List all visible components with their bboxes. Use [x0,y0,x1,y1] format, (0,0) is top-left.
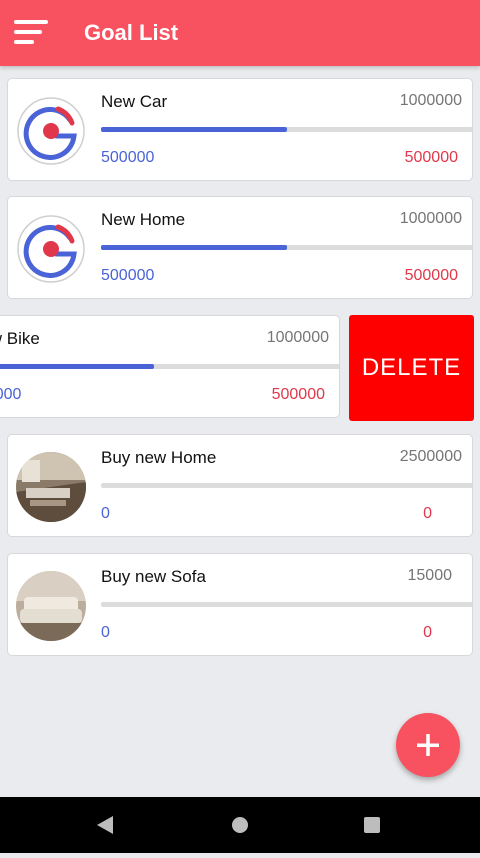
room-photo-icon [16,452,86,522]
goal-progress-bar [101,483,473,488]
goal-list[interactable]: New Car 1000000 500000 500000 New Home 1… [0,66,480,797]
menu-icon[interactable] [14,18,50,48]
goal-logo-icon [16,96,86,166]
goal-remaining-amount: 0 [423,624,432,641]
goal-target: 15000 [407,567,453,584]
goal-progress-bar [101,245,473,250]
goal-target: 1000000 [399,210,462,227]
goal-progress-bar [101,602,473,607]
goal-card[interactable]: Buy new Sofa 15000 0 0 [7,553,473,656]
goal-target: 2500000 [399,448,462,465]
goal-progress-fill [101,127,287,132]
goal-card[interactable]: New Home 1000000 500000 500000 [7,196,473,299]
goal-target: 1000000 [266,329,329,346]
delete-button[interactable]: DELETE [349,315,474,421]
home-circle-icon[interactable] [232,817,248,833]
goal-name: New Home [101,210,186,229]
goal-progress-fill [0,364,154,369]
back-triangle-icon[interactable] [97,816,113,834]
goal-name: Buy new Sofa [101,567,206,586]
goal-name: Buy new Home [101,448,217,467]
goal-card[interactable]: New Car 1000000 500000 500000 [7,78,473,181]
system-nav-bar [0,797,480,853]
sofa-photo-icon [16,571,86,641]
goal-saved-amount: 0 [101,505,110,522]
goal-saved-amount: 500000 [0,386,22,403]
recents-square-icon[interactable] [364,817,380,833]
goal-saved-amount: 500000 [101,267,155,284]
goal-saved-amount: 0 [101,624,110,641]
goal-card[interactable]: Buy new Home 2500000 0 0 [7,434,473,537]
goal-remaining-amount: 500000 [271,386,325,403]
plus-icon [417,734,439,756]
goal-name: New Bike [0,329,40,348]
goal-progress-fill [101,245,287,250]
goal-progress-bar [0,364,339,369]
goal-logo-icon [16,214,86,284]
goal-target: 1000000 [399,92,462,109]
add-goal-button[interactable] [396,713,460,777]
page-title: Goal List [84,20,179,45]
goal-remaining-amount: 0 [423,505,432,522]
goal-remaining-amount: 500000 [404,267,458,284]
app-bar: Goal List [0,0,480,66]
goal-progress-bar [101,127,473,132]
goal-saved-amount: 500000 [101,149,155,166]
goal-card-swiped[interactable]: New Bike 1000000 500000 500000 [0,315,340,418]
goal-remaining-amount: 500000 [404,149,458,166]
goal-name: New Car [101,92,168,111]
